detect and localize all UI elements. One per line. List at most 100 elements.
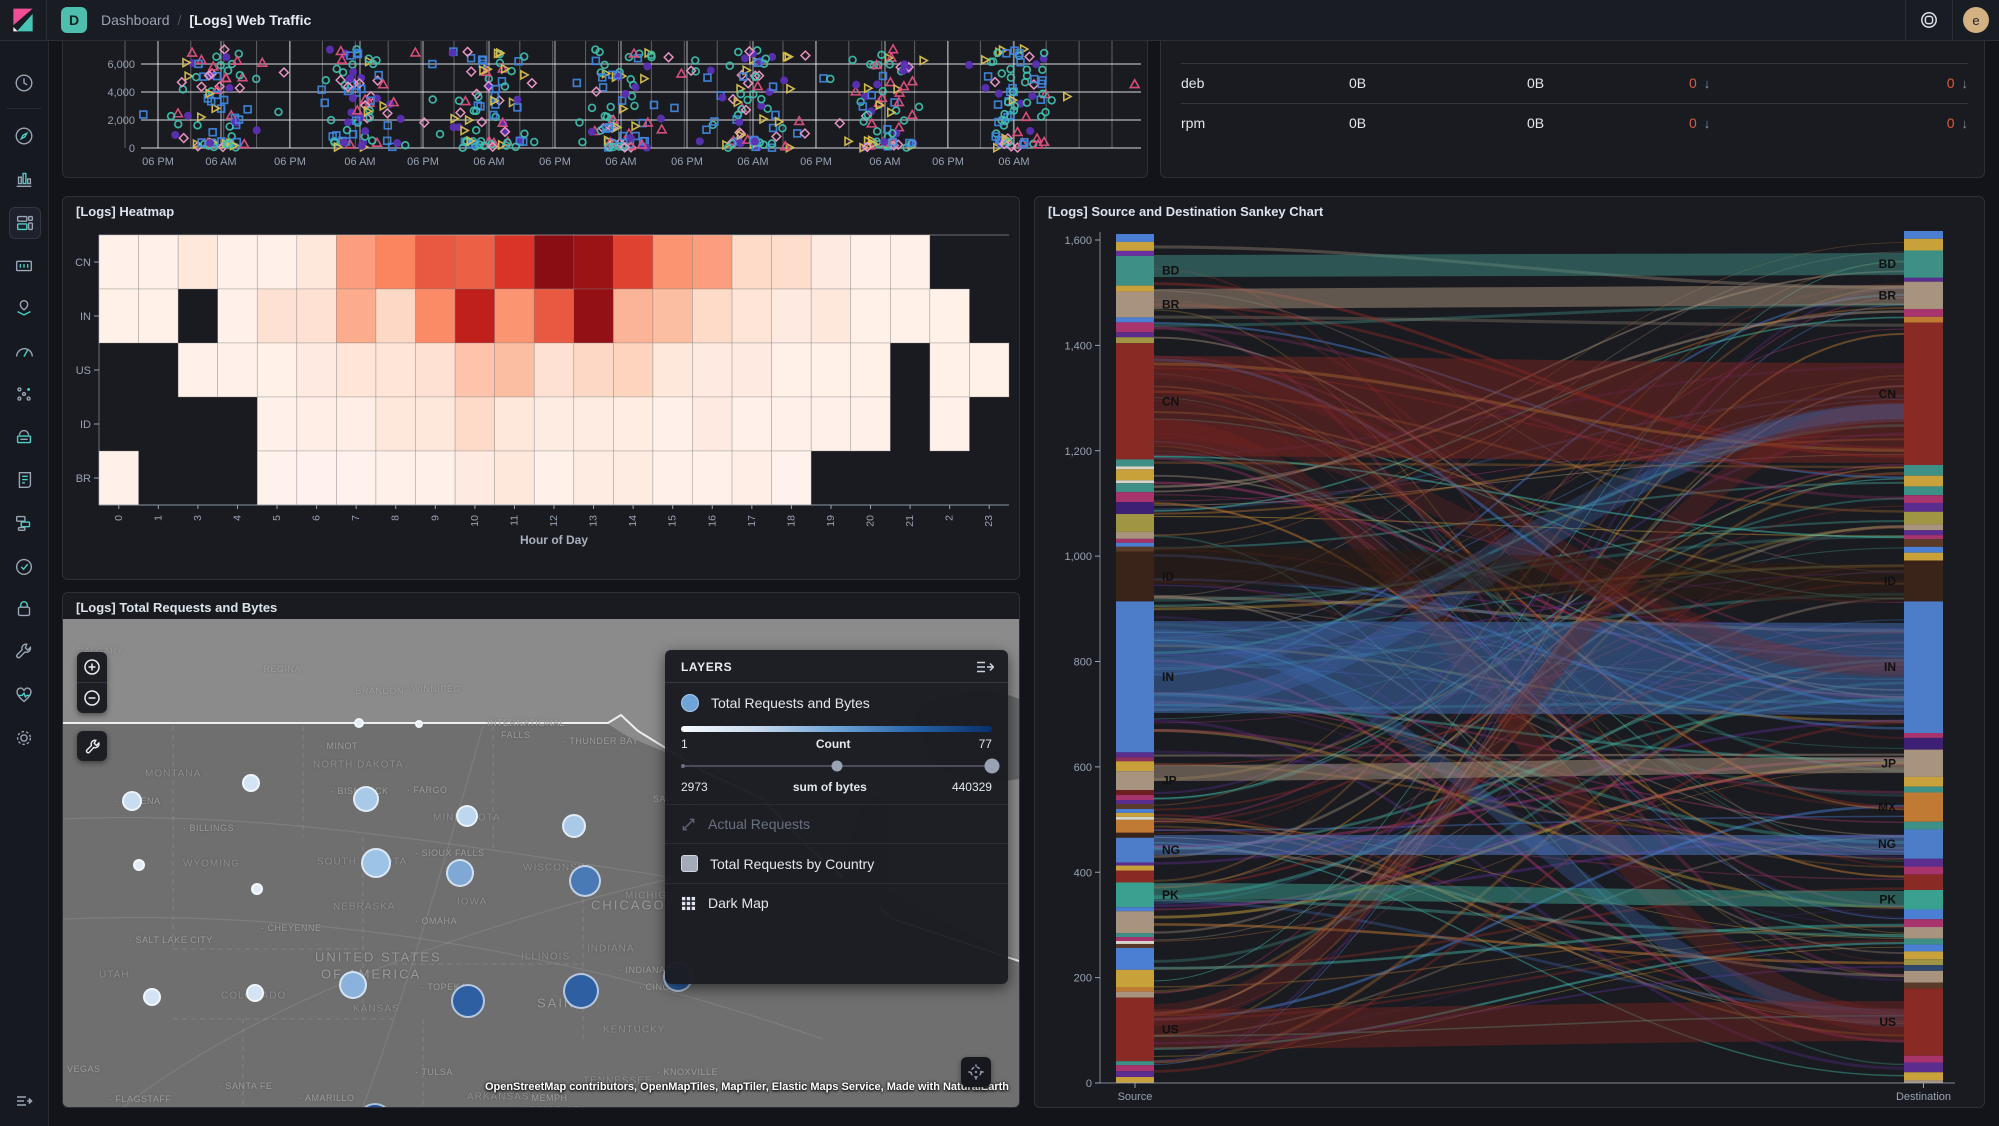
panel-title[interactable]: [Logs] Source and Destination Sankey Cha… <box>1048 204 1323 219</box>
heatmap-cell <box>929 342 970 398</box>
count-min: 1 <box>681 737 688 751</box>
discover-icon <box>15 127 33 145</box>
sankey-node <box>1116 546 1154 552</box>
map-symbol-circle[interactable] <box>562 814 586 838</box>
map-symbol-circle[interactable] <box>133 859 145 871</box>
sidebar-item-canvas[interactable] <box>9 250 39 280</box>
heatmap-cell <box>652 396 693 452</box>
sankey-node-label: NG <box>1162 843 1180 857</box>
count-label: Count <box>815 737 851 751</box>
map-symbol-circle[interactable] <box>354 718 364 728</box>
sidebar-item-recently-viewed[interactable] <box>9 68 39 98</box>
size-slider[interactable] <box>681 757 1000 775</box>
heatmap-cell <box>810 342 852 398</box>
sort-down-icon[interactable]: ↓ <box>1704 116 1711 131</box>
sidebar-item-graph[interactable] <box>9 379 39 409</box>
map-tools-button[interactable] <box>77 731 107 761</box>
layer-item-total-requests[interactable]: Total Requests and Bytes <box>665 683 1008 718</box>
layer-label: Dark Map <box>708 895 769 911</box>
heatmap-row-label: US <box>76 365 91 377</box>
sort-down-icon[interactable]: ↓ <box>1704 76 1711 91</box>
sankey-node <box>1116 542 1154 547</box>
map-symbol-circle[interactable] <box>353 786 379 812</box>
heatmap-col-label: 11 <box>508 515 520 526</box>
map-attribution[interactable]: OpenStreetMap contributors, OpenMapTiles… <box>485 1081 1009 1093</box>
map-symbol-circle[interactable] <box>446 859 474 887</box>
map-symbol-circle[interactable] <box>143 988 161 1006</box>
layer-item-dark-map[interactable]: Dark Map <box>665 884 1008 922</box>
help-button[interactable] <box>1905 0 1952 40</box>
sankey-node <box>1904 821 1943 830</box>
heatmap-cell <box>375 342 416 398</box>
map-symbol-circle[interactable] <box>339 971 367 999</box>
heatmap-cell <box>771 234 812 290</box>
kibana-logo[interactable] <box>0 0 47 40</box>
sidebar-item-dashboard[interactable] <box>9 207 41 239</box>
sidebar-item-management[interactable] <box>9 723 39 753</box>
sidebar-item-logs[interactable] <box>9 465 39 495</box>
heatmap-cell <box>454 288 495 344</box>
zoom-out-button[interactable] <box>77 683 107 713</box>
metrics-icon <box>16 429 32 444</box>
map-label: WYOMING <box>183 858 240 870</box>
map-symbol-circle[interactable] <box>242 774 260 792</box>
heatmap-col-label: 2 <box>944 515 956 521</box>
map-symbol-circle[interactable] <box>563 973 599 1009</box>
sankey-node <box>1116 812 1154 817</box>
map-canvas[interactable]: CALGARY · REGINA · BRANDON · WINNIPEG · MINO… <box>63 619 1019 1107</box>
panel-title[interactable]: [Logs] Heatmap <box>76 204 174 219</box>
map-symbol-circle[interactable] <box>361 848 391 878</box>
space-badge[interactable]: D <box>61 7 87 33</box>
cell-count: 0 <box>1946 115 1955 131</box>
sankey-node <box>1904 530 1943 536</box>
map-symbol-circle[interactable] <box>251 883 263 895</box>
sidebar-item-visualize[interactable] <box>9 164 39 194</box>
sort-down-icon[interactable]: ↓ <box>1962 76 1969 91</box>
sidebar-item-maps[interactable] <box>9 293 39 323</box>
sidebar-item-metrics[interactable] <box>9 422 39 452</box>
set-view-button[interactable] <box>961 1057 991 1087</box>
sankey-node <box>1904 560 1943 602</box>
map-symbol-circle[interactable] <box>246 984 264 1002</box>
sidebar-item-discover[interactable] <box>9 121 39 151</box>
heatmap-cell <box>533 342 575 398</box>
map-symbol-circle[interactable] <box>415 720 423 728</box>
collapse-panel-icon[interactable] <box>976 660 994 674</box>
layer-item-requests-by-country[interactable]: Total Requests by Country <box>665 844 1008 884</box>
sankey-node <box>1116 819 1154 833</box>
map-label: · BILLINGS <box>183 823 235 833</box>
map-symbol-circle[interactable] <box>451 984 485 1018</box>
sidebar-item-dev-tools[interactable] <box>9 637 39 667</box>
sidebar-item-siem[interactable] <box>9 594 39 624</box>
table-row[interactable]: deb 0B 0B 0 ↓ 0 ↓ <box>1181 63 1968 103</box>
user-menu-button[interactable]: e <box>1952 0 1999 40</box>
scatter-chart[interactable]: 6,000 4,000 2,000 0 06 PM 06 AM 06 PM 06 AM 06 P… <box>63 41 1148 178</box>
sankey-node <box>1904 316 1943 323</box>
heatmap-cell <box>771 288 812 344</box>
panel-title[interactable]: [Logs] Total Requests and Bytes <box>76 600 277 615</box>
collapse-nav-button[interactable] <box>9 1086 39 1116</box>
map-symbol-circle[interactable] <box>122 791 142 811</box>
sidebar-item-apm[interactable] <box>9 508 39 538</box>
heatmap-col-label: 14 <box>627 515 639 527</box>
map-symbol-circle[interactable] <box>456 805 478 827</box>
sidebar-item-machine-learning[interactable] <box>9 336 39 366</box>
table-row[interactable]: rpm 0B 0B 0 ↓ 0 ↓ <box>1181 103 1968 143</box>
cell-extension: deb <box>1181 75 1205 91</box>
heatmap-cell <box>138 234 179 290</box>
sidebar-item-stack-monitoring[interactable] <box>9 680 39 710</box>
sankey-chart[interactable]: BD BR CN ID IN JP NG PK US BD BR CN ID IN JP MX NG PK US 1,… <box>1035 197 1985 1108</box>
sidebar-item-uptime[interactable] <box>9 551 39 581</box>
scatter-x-tick: 06 AM <box>473 156 504 168</box>
layer-item-actual-requests[interactable]: Actual Requests <box>665 805 1008 844</box>
sort-down-icon[interactable]: ↓ <box>1962 116 1969 131</box>
sankey-node-label: PK <box>1879 893 1896 907</box>
heatmap-cell <box>533 396 575 452</box>
breadcrumb-dashboard[interactable]: Dashboard <box>101 12 170 28</box>
heatmap-chart[interactable]: CNINUSIDBR0 1 3 4 5 6 7 8 9 10 11 12 13 14 15 16 17 18 19 2… <box>63 197 1020 580</box>
dev-tools-icon <box>16 643 32 659</box>
map-symbol-circle[interactable] <box>569 865 601 897</box>
zoom-in-button[interactable] <box>77 652 107 682</box>
sankey-node <box>1904 475 1943 487</box>
sankey-node <box>1116 761 1154 772</box>
